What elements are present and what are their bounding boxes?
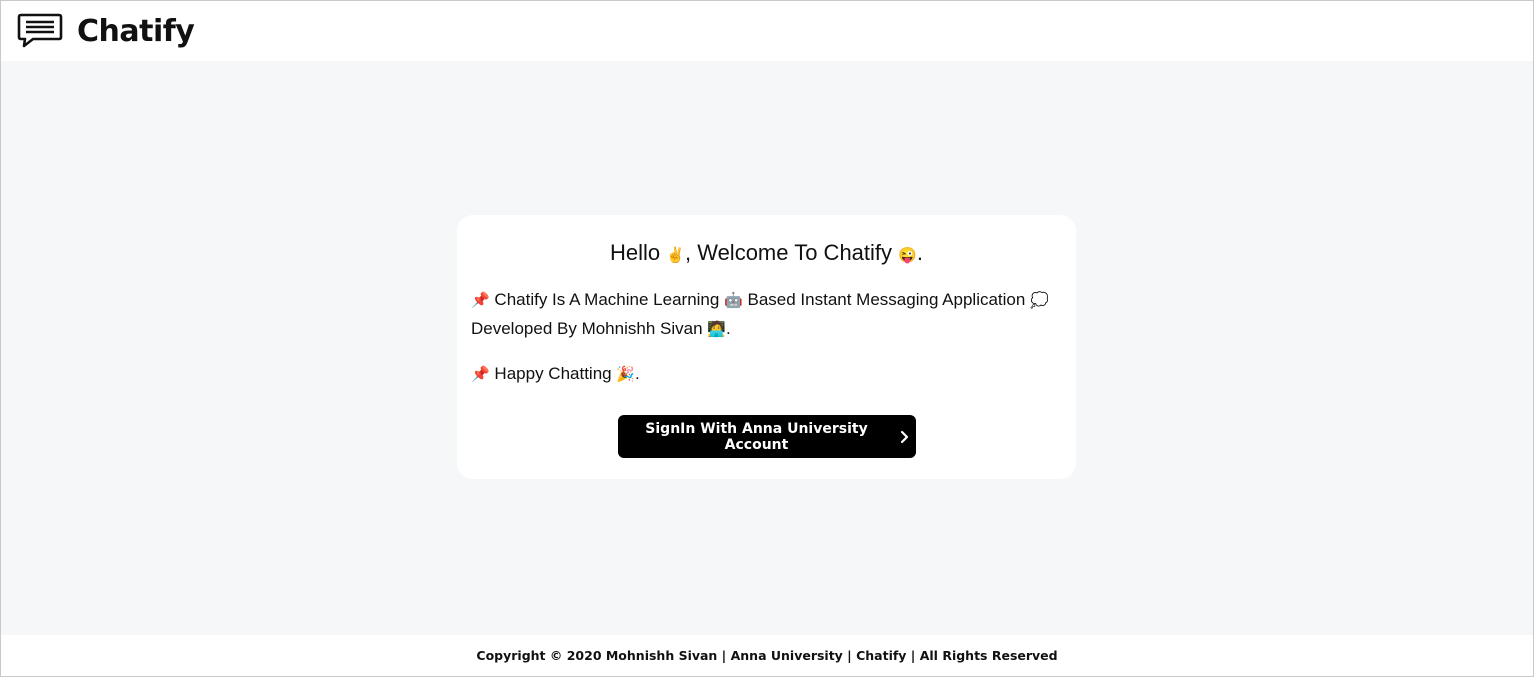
- greeting-welcome: , Welcome To Chatify: [684, 240, 893, 265]
- pushpin-icon: 📌: [471, 292, 490, 309]
- happy-chatting-period: .: [635, 364, 640, 383]
- brand-link[interactable]: Chatify: [17, 13, 195, 49]
- welcome-card: Hello ✌️, Welcome To Chatify 😜. 📌 Chatif…: [457, 215, 1076, 479]
- description-text-a: Chatify Is A Machine Learning: [494, 290, 720, 309]
- winking-face-icon: 😜: [898, 247, 917, 264]
- app-window: Chatify Hello ✌️, Welcome To Chatify 😜. …: [0, 0, 1534, 677]
- footer: Copyright © 2020 Mohnishh Sivan | Anna U…: [1, 635, 1533, 676]
- description-text-b: Based Instant Messaging Application: [747, 290, 1026, 309]
- happy-chatting-text: Happy Chatting: [494, 364, 612, 383]
- brand-name: Chatify: [77, 13, 195, 49]
- party-popper-icon: 🎉: [616, 366, 636, 383]
- chat-bubble-icon: [17, 13, 63, 49]
- robot-icon: 🤖: [724, 292, 743, 309]
- happy-chatting-paragraph: 📌 Happy Chatting 🎉.: [471, 360, 1062, 389]
- pushpin-icon: 📌: [471, 366, 490, 383]
- victory-hand-icon: ✌️: [666, 247, 685, 264]
- thought-bubble-icon: 💭: [1030, 292, 1049, 309]
- description-text-c: Developed By Mohnishh Sivan: [471, 319, 703, 338]
- copyright-text: Copyright © 2020 Mohnishh Sivan | Anna U…: [476, 648, 1058, 663]
- greeting-heading: Hello ✌️, Welcome To Chatify 😜.: [471, 239, 1062, 270]
- chevron-right-icon: [900, 430, 910, 444]
- signin-button-label: SignIn With Anna University Account: [645, 420, 868, 453]
- greeting-hello: Hello: [610, 240, 661, 265]
- description-period: .: [725, 319, 731, 338]
- signin-button[interactable]: SignIn With Anna University Account: [617, 415, 916, 458]
- signin-button-wrap: SignIn With Anna University Account: [471, 415, 1062, 458]
- developer-icon: 🧑‍💻: [707, 321, 726, 338]
- navbar: Chatify: [1, 1, 1533, 61]
- description-paragraph: 📌 Chatify Is A Machine Learning 🤖 Based …: [471, 286, 1062, 344]
- greeting-period: .: [916, 240, 923, 265]
